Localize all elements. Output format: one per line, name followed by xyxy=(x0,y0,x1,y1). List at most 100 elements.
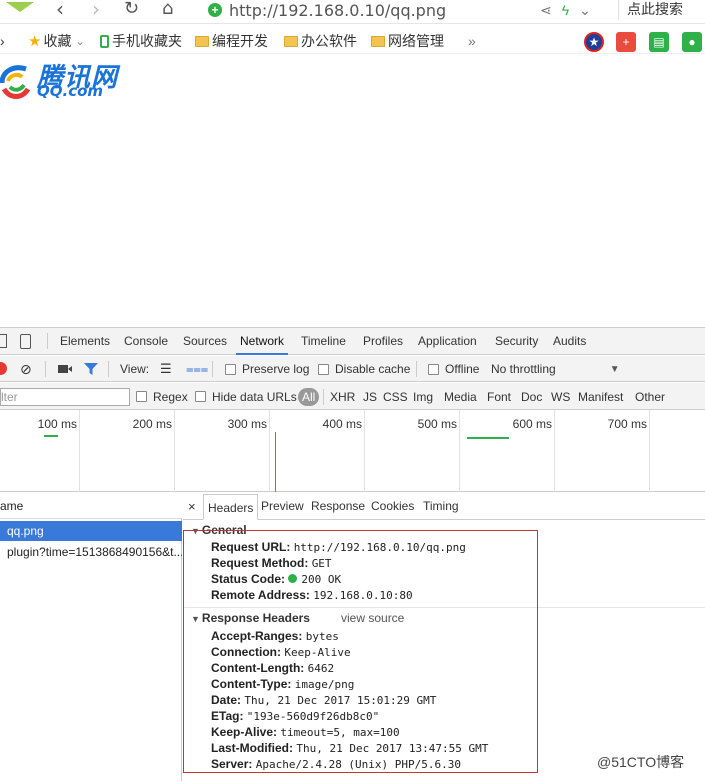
bookmark-folder-office[interactable]: 办公软件 xyxy=(284,31,357,51)
disable-cache-checkbox[interactable]: Disable cache xyxy=(318,356,410,382)
bookmarks-more-button[interactable]: » xyxy=(468,31,476,51)
divider xyxy=(108,361,109,377)
bookmark-folder-dev[interactable]: 编程开发 xyxy=(195,31,268,51)
book-icon[interactable]: ▤ xyxy=(649,32,669,52)
tab-application[interactable]: Application xyxy=(418,328,477,355)
device-mode-icon[interactable] xyxy=(20,334,31,349)
timeline-overview[interactable]: 100 ms 200 ms 300 ms 400 ms 500 ms 600 m… xyxy=(0,410,705,492)
timeline-gridline xyxy=(269,410,270,492)
hide-data-urls-checkbox[interactable]: Hide data URLs xyxy=(195,383,297,410)
checkbox[interactable] xyxy=(428,363,439,375)
logo-text-en: QQ.com xyxy=(37,82,104,100)
tab-preview[interactable]: Preview xyxy=(261,493,304,520)
checkbox[interactable] xyxy=(136,391,147,402)
header-row: Request URL: http://192.168.0.10/qq.png xyxy=(211,540,466,554)
chevron-down-icon: ⌄ xyxy=(75,35,85,48)
divider xyxy=(47,333,48,349)
timeline-tick-label: 100 ms xyxy=(37,417,77,431)
filter-type-all[interactable]: All xyxy=(298,388,320,406)
triangle-down-icon: ▼ xyxy=(191,614,200,624)
url-field[interactable]: + http://192.168.0.10/qq.png xyxy=(208,0,446,20)
star-icon: ★ xyxy=(28,33,42,50)
header-value: 192.168.0.10:80 xyxy=(313,589,413,602)
tab-sources[interactable]: Sources xyxy=(183,328,227,355)
regex-checkbox[interactable]: Regex xyxy=(136,383,188,410)
preserve-log-checkbox[interactable]: Preserve log xyxy=(225,356,309,382)
offline-checkbox[interactable]: Offline xyxy=(428,356,479,382)
checkbox[interactable] xyxy=(195,391,206,402)
bookmark-mobile[interactable]: 手机收藏夹 xyxy=(100,31,182,51)
header-value: "193e-560d9f26db8c0" xyxy=(246,710,380,723)
checkbox[interactable] xyxy=(225,363,236,375)
close-icon[interactable]: × xyxy=(188,493,196,520)
chevron-down-icon[interactable]: ⌄ xyxy=(579,2,591,19)
filter-input[interactable]: lter xyxy=(0,388,130,406)
filter-type-ws[interactable]: WS xyxy=(551,383,570,410)
back-icon[interactable]: ‹ xyxy=(56,0,64,20)
bolt-icon[interactable]: ϟ xyxy=(562,2,569,18)
section-response-headers-toggle[interactable]: ▼ Response Headers view source xyxy=(191,611,491,625)
filter-icon[interactable] xyxy=(84,356,98,382)
search-button[interactable]: 点此搜索 xyxy=(618,0,683,20)
inspect-element-icon[interactable] xyxy=(0,334,7,348)
tab-elements[interactable]: Elements xyxy=(60,328,110,355)
share-icon[interactable]: ⋖ xyxy=(540,2,552,19)
tab-console[interactable]: Console xyxy=(124,328,168,355)
overview-icon[interactable]: ⩶ xyxy=(186,356,208,382)
filter-type-js[interactable]: JS xyxy=(363,383,377,410)
tab-profiles[interactable]: Profiles xyxy=(363,328,403,355)
bookmarks-toggle-icon[interactable]: › xyxy=(0,31,5,51)
detail-tabs: × Headers Preview Response Cookies Timin… xyxy=(183,493,705,520)
tab-network[interactable]: Network xyxy=(236,328,289,355)
header-value: 6462 xyxy=(307,662,335,675)
home-icon[interactable]: ⌂ xyxy=(162,0,173,20)
header-key: Last-Modified: xyxy=(211,741,293,755)
reload-icon[interactable]: ↻ xyxy=(124,0,139,20)
filter-type-media[interactable]: Media xyxy=(444,383,477,410)
filter-type-font[interactable]: Font xyxy=(487,383,511,410)
clear-icon[interactable]: ⊘ xyxy=(20,356,32,382)
header-key: Keep-Alive: xyxy=(211,725,278,739)
view-source-link[interactable]: view source xyxy=(341,611,404,625)
tab-audits[interactable]: Audits xyxy=(553,328,586,355)
section-general-toggle[interactable]: ▼ General xyxy=(191,523,247,537)
shield-icon[interactable]: ★ xyxy=(584,32,604,52)
filter-type-other[interactable]: Other xyxy=(635,383,665,410)
throttling-select[interactable]: No throttling ▼ xyxy=(491,356,620,382)
camera-icon[interactable] xyxy=(58,356,72,382)
filter-type-doc[interactable]: Doc xyxy=(521,383,542,410)
wechat-icon[interactable]: ● xyxy=(682,32,702,52)
timeline-tick-label: 700 ms xyxy=(607,417,647,431)
bookmark-folder-network[interactable]: 网络管理 xyxy=(371,31,444,51)
filter-type-css[interactable]: CSS xyxy=(383,383,408,410)
site-safe-icon: + xyxy=(208,3,222,17)
checkbox[interactable] xyxy=(318,363,329,375)
tab-response[interactable]: Response xyxy=(311,493,365,520)
tab-security[interactable]: Security xyxy=(495,328,538,355)
request-list-header[interactable]: ame xyxy=(0,493,182,519)
forward-icon[interactable]: › xyxy=(92,0,100,20)
tab-cookies[interactable]: Cookies xyxy=(371,493,414,520)
filter-type-manifest[interactable]: Manifest xyxy=(578,383,623,410)
timeline-gridline xyxy=(459,410,460,492)
tab-headers[interactable]: Headers xyxy=(203,494,259,520)
filter-type-xhr[interactable]: XHR xyxy=(330,383,355,410)
network-toolbar: ⊘ View: ☰ ⩶ Preserve log Disable cache O… xyxy=(0,356,705,382)
header-key: Status Code: xyxy=(211,572,286,586)
dropdown-arrow-icon: ▼ xyxy=(609,363,620,375)
table-row[interactable]: qq.png xyxy=(0,521,182,541)
folder-icon xyxy=(371,35,385,47)
bookmark-favorites[interactable]: ★ 收藏 ⌄ xyxy=(28,31,85,51)
large-rows-icon[interactable]: ☰ xyxy=(160,356,172,382)
column-name-header[interactable]: ame xyxy=(0,499,23,513)
header-row: Request Method: GET xyxy=(211,556,332,570)
tab-timeline[interactable]: Timeline xyxy=(301,328,346,355)
filter-type-img[interactable]: Img xyxy=(413,383,433,410)
medical-cross-icon[interactable]: + xyxy=(616,32,636,52)
table-row[interactable]: plugin?time=1513868490156&t... xyxy=(0,542,182,562)
timeline-gridline xyxy=(554,410,555,492)
checkbox-label: Preserve log xyxy=(242,362,310,376)
record-icon[interactable] xyxy=(0,362,7,375)
divider xyxy=(416,361,417,377)
tab-timing[interactable]: Timing xyxy=(423,493,459,520)
